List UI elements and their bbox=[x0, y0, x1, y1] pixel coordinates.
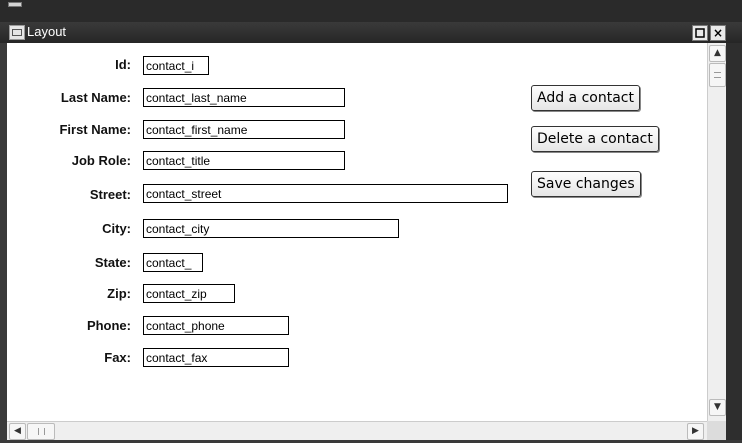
scroll-left-icon[interactable]: ◀ bbox=[9, 423, 26, 440]
job-role-label: Job Role: bbox=[71, 153, 131, 168]
restore-icon bbox=[695, 28, 705, 38]
scroll-down-icon[interactable]: ▼ bbox=[709, 399, 726, 416]
window-frame-top bbox=[0, 0, 742, 23]
window-left-border bbox=[0, 43, 7, 443]
first-name-field[interactable]: contact_first_name bbox=[143, 120, 345, 139]
scroll-corner bbox=[707, 421, 726, 440]
last-name-field[interactable]: contact_last_name bbox=[143, 88, 345, 107]
restore-button[interactable] bbox=[692, 25, 708, 41]
zip-label: Zip: bbox=[107, 286, 131, 301]
horizontal-scroll-thumb[interactable] bbox=[27, 423, 55, 440]
phone-label: Phone: bbox=[86, 318, 131, 333]
state-field[interactable]: contact_ bbox=[143, 253, 203, 272]
system-menu-stub[interactable] bbox=[8, 2, 22, 7]
job-role-field[interactable]: contact_title bbox=[143, 151, 345, 170]
fax-label: Fax: bbox=[104, 350, 131, 365]
fax-field[interactable]: contact_fax bbox=[143, 348, 289, 367]
city-field[interactable]: contact_city bbox=[143, 219, 399, 238]
delete-contact-button[interactable]: Delete a contact bbox=[531, 126, 659, 152]
save-changes-button[interactable]: Save changes bbox=[531, 171, 641, 197]
close-button[interactable]: × bbox=[710, 25, 726, 41]
title-bar[interactable]: Layout × bbox=[0, 22, 742, 44]
state-label: State: bbox=[94, 255, 131, 270]
street-label: Street: bbox=[89, 187, 131, 202]
window-title: Layout bbox=[27, 24, 67, 39]
city-label: City: bbox=[102, 221, 131, 236]
first-name-label: First Name: bbox=[59, 122, 131, 137]
vertical-scrollbar[interactable]: ▲ ▼ bbox=[707, 43, 727, 421]
layout-window: Layout × Id: contact_i Last Name: contac… bbox=[0, 0, 742, 443]
scroll-right-icon[interactable]: ▶ bbox=[687, 423, 704, 440]
close-icon: × bbox=[712, 26, 724, 40]
id-label: Id: bbox=[115, 57, 131, 72]
street-field[interactable]: contact_street bbox=[143, 184, 508, 203]
scroll-up-icon[interactable]: ▲ bbox=[709, 45, 726, 62]
window-right-border bbox=[726, 43, 742, 443]
zip-field[interactable]: contact_zip bbox=[143, 284, 235, 303]
horizontal-scrollbar[interactable]: ◀ ▶ bbox=[7, 421, 707, 441]
add-contact-button[interactable]: Add a contact bbox=[531, 85, 640, 111]
form-content: Id: contact_i Last Name: contact_last_na… bbox=[7, 43, 707, 421]
vertical-scroll-thumb[interactable] bbox=[709, 63, 726, 87]
window-app-icon bbox=[9, 25, 25, 40]
last-name-label: Last Name: bbox=[60, 90, 131, 105]
phone-field[interactable]: contact_phone bbox=[143, 316, 289, 335]
id-field[interactable]: contact_i bbox=[143, 56, 209, 75]
